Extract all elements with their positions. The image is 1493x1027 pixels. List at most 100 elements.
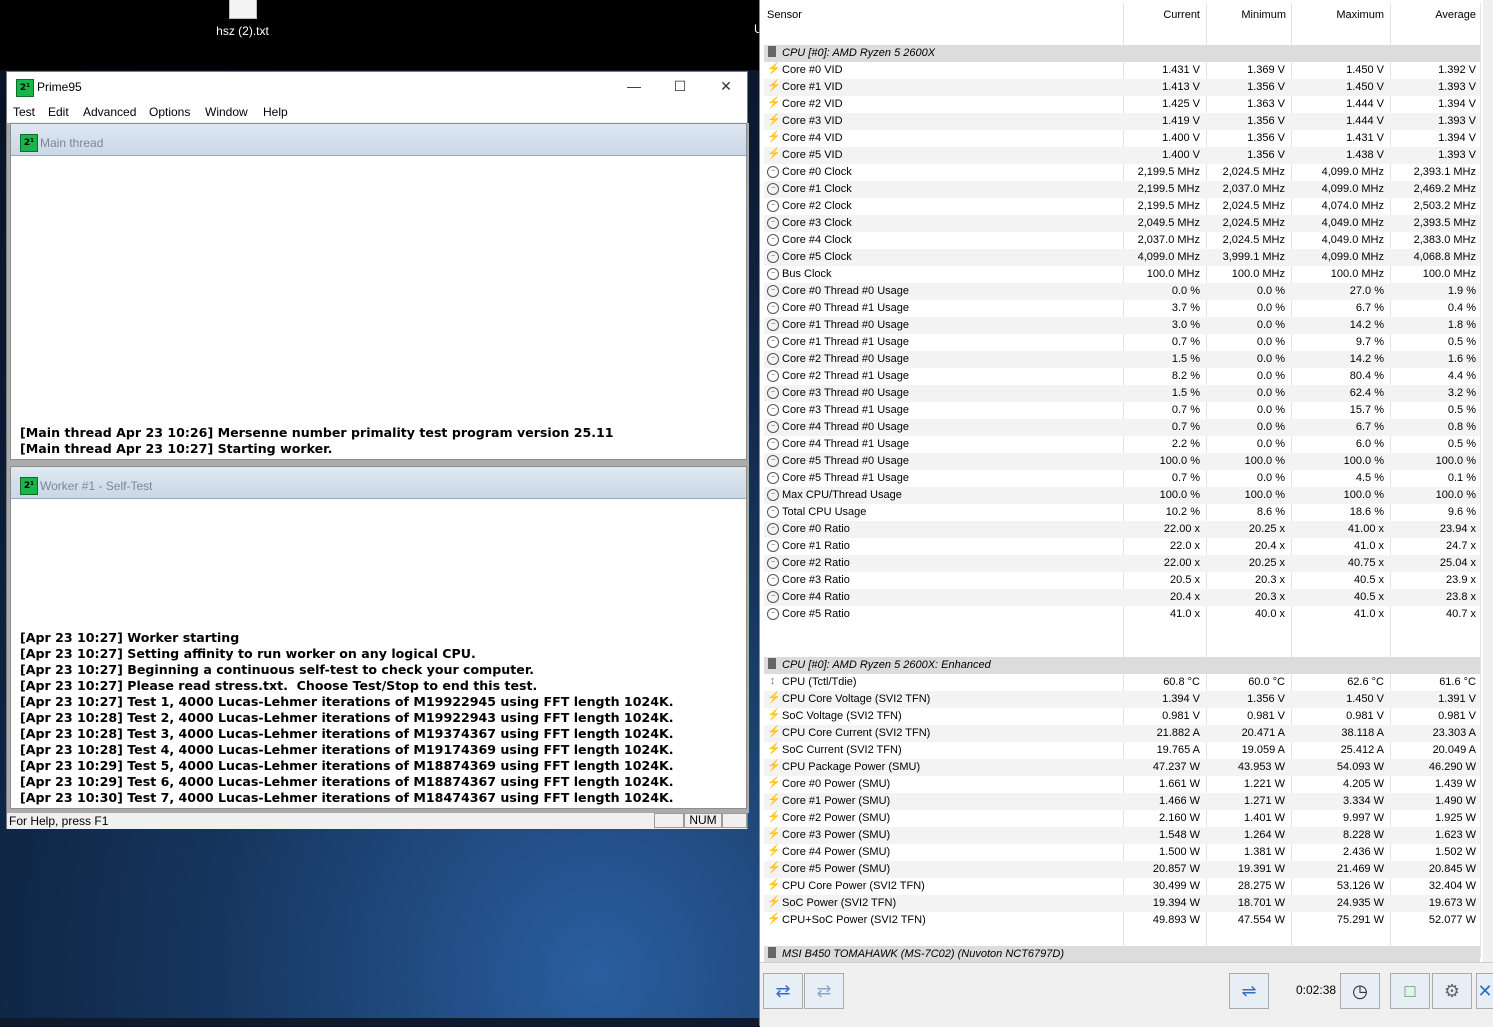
menu-advanced[interactable]: Advanced [83, 105, 136, 119]
sensor-row[interactable]: − Core #3 Thread #0 Usage 1.5 % 0.0 % 62.4 %… [764, 385, 1480, 402]
average-value: 100.0 % [1435, 489, 1476, 501]
navigate-alt-button[interactable]: ⇄ [804, 973, 844, 1009]
vertical-scrollbar[interactable] [1483, 0, 1493, 962]
col-current[interactable]: Current [1163, 9, 1200, 21]
sensor-row[interactable]: − Core #1 Thread #1 Usage 0.7 % 0.0 % 9.7 % 0… [764, 334, 1480, 351]
sensor-row[interactable]: − Total CPU Usage 10.2 % 8.6 % 18.6 % 9.6 % [764, 504, 1480, 521]
add-report-button[interactable]: □ [1390, 973, 1430, 1009]
maximum-value: 4,049.0 MHz [1321, 234, 1384, 246]
sensor-group-header[interactable]: CPU [#0]: AMD Ryzen 5 2600X: Enhanced [764, 657, 1480, 674]
sensor-row[interactable]: ↕ CPU (Tctl/Tdie) 60.8 °C 60.0 °C 62.6 °C 61.… [764, 674, 1480, 691]
sensor-row[interactable]: ⚡ Core #5 Power (SMU) 20.857 W 19.391 W 21.4… [764, 861, 1480, 878]
sensor-row[interactable]: − Core #3 Clock 2,049.5 MHz 2,024.5 MHz 4,04… [764, 215, 1480, 232]
current-value: 30.499 W [1152, 880, 1200, 892]
sensor-row[interactable]: − Core #0 Ratio 22.00 x 20.25 x 41.00 x 23.94… [764, 521, 1480, 538]
sensor-row[interactable]: ⚡ CPU Package Power (SMU) 47.237 W 43.953 W… [764, 759, 1480, 776]
menu-edit[interactable]: Edit [48, 105, 69, 119]
sensor-row[interactable]: ⚡ Core #1 VID 1.413 V 1.356 V 1.450 V 1.393 V [764, 79, 1480, 96]
menu-help[interactable]: Help [263, 105, 288, 119]
sensor-row[interactable]: − Core #0 Thread #0 Usage 0.0 % 0.0 % 27.0 %… [764, 283, 1480, 300]
main-thread-title-bar[interactable]: 2¹ Main thread [11, 124, 746, 156]
sensor-row[interactable]: − Core #1 Clock 2,199.5 MHz 2,037.0 MHz 4,09… [764, 181, 1480, 198]
sensor-row[interactable]: ⚡ Core #0 VID 1.431 V 1.369 V 1.450 V 1.392 V [764, 62, 1480, 79]
sensor-row[interactable]: − Core #3 Thread #1 Usage 0.7 % 0.0 % 15.7 %… [764, 402, 1480, 419]
sensor-row[interactable]: ⚡ CPU Core Voltage (SVI2 TFN) 1.394 V 1.356… [764, 691, 1480, 708]
sensor-row[interactable]: − Core #2 Ratio 22.00 x 20.25 x 40.75 x 25.04… [764, 555, 1480, 572]
minimum-value: 0.0 % [1256, 319, 1285, 331]
sensor-name: CPU+SoC Power (SVI2 TFN) [782, 914, 926, 926]
sensor-row[interactable]: ⚡ SoC Current (SVI2 TFN) 19.765 A 19.059 A 2… [764, 742, 1480, 759]
sensor-group-header[interactable]: CPU [#0]: AMD Ryzen 5 2600X [764, 45, 1480, 62]
sensor-group-header[interactable]: MSI B450 TOMAHAWK (MS-7C02) (Nuvoton NCT… [764, 946, 1480, 963]
sensor-row[interactable]: − Core #4 Clock 2,037.0 MHz 2,024.5 MHz 4,04… [764, 232, 1480, 249]
sensor-row[interactable]: ⚡ Core #2 Power (SMU) 2.160 W 1.401 W 9.997 … [764, 810, 1480, 827]
network-button[interactable]: ⇌ [1229, 973, 1269, 1009]
maximum-value: 18.6 % [1349, 506, 1384, 518]
sensor-row[interactable]: − Max CPU/Thread Usage 100.0 % 100.0 % 100.0… [764, 487, 1480, 504]
sensor-row[interactable]: ⚡ Core #2 VID 1.425 V 1.363 V 1.444 V 1.394 V [764, 96, 1480, 113]
menu-window[interactable]: Window [205, 105, 248, 119]
sensor-row[interactable]: − Core #5 Clock 4,099.0 MHz 3,999.1 MHz 4,09… [764, 249, 1480, 266]
sensor-row[interactable]: ⚡ CPU+SoC Power (SVI2 TFN) 49.893 W 47.554 … [764, 912, 1480, 929]
status-num-box: NUM [684, 813, 722, 828]
sensor-row[interactable]: − Core #4 Thread #1 Usage 2.2 % 0.0 % 6.0 % 0… [764, 436, 1480, 453]
menu-test[interactable]: Test [13, 105, 35, 119]
sensor-row[interactable]: ⚡ SoC Power (SVI2 TFN) 19.394 W 18.701 W 24.… [764, 895, 1480, 912]
sensor-row[interactable]: − Core #2 Thread #0 Usage 1.5 % 0.0 % 14.2 %… [764, 351, 1480, 368]
settings-button[interactable]: ⚙ [1432, 973, 1472, 1009]
desktop-file-icon[interactable]: hsz (2).txt [205, 0, 280, 45]
sensor-row[interactable]: − Core #2 Thread #1 Usage 8.2 % 0.0 % 80.4 %… [764, 368, 1480, 385]
maximum-value: 1.438 V [1346, 149, 1384, 161]
navigate-button[interactable]: ⇄ [763, 973, 803, 1009]
sensor-row[interactable]: ⚡ Core #3 VID 1.419 V 1.356 V 1.444 V 1.393 V [764, 113, 1480, 130]
main-thread-window[interactable]: 2¹ Main thread [Main thread Apr 23 10:26… [10, 123, 747, 460]
hwinfo-toolbar: ⇄ ⇄ ⇌ 0:02:38 ◷ □ ⚙ ✕ [760, 962, 1493, 1027]
sensor-row[interactable]: − Core #5 Thread #1 Usage 0.7 % 0.0 % 4.5 % 0… [764, 470, 1480, 487]
worker-title-bar[interactable]: 2¹ Worker #1 - Self-Test [11, 467, 746, 499]
col-minimum[interactable]: Minimum [1241, 9, 1286, 21]
maximize-icon: ☐ [673, 78, 687, 94]
sensor-row[interactable]: ⚡ CPU Core Power (SVI2 TFN) 30.499 W 28.275… [764, 878, 1480, 895]
worker-window[interactable]: 2¹ Worker #1 - Self-Test [Apr 23 10:27] … [10, 466, 747, 809]
sensor-row[interactable]: − Core #1 Ratio 22.0 x 20.4 x 41.0 x 24.7 x [764, 538, 1480, 555]
sensor-row[interactable]: ⚡ Core #1 Power (SMU) 1.466 W 1.271 W 3.334 … [764, 793, 1480, 810]
minimum-value: 0.981 V [1247, 710, 1285, 722]
menu-options[interactable]: Options [149, 105, 190, 119]
sensor-row[interactable]: ⚡ Core #4 Power (SMU) 1.500 W 1.381 W 2.436 … [764, 844, 1480, 861]
maximum-value: 25.412 A [1340, 744, 1384, 756]
clock-button[interactable]: ◷ [1340, 973, 1380, 1009]
average-value: 32.404 W [1428, 880, 1476, 892]
lightning-bolt-icon: ⚡ [767, 794, 781, 806]
sensor-row[interactable]: ⚡ CPU Core Current (SVI2 TFN) 21.882 A 20.4… [764, 725, 1480, 742]
close-button[interactable]: ✕ [703, 72, 749, 102]
sensor-row[interactable]: − Core #0 Thread #1 Usage 3.7 % 0.0 % 6.7 % 0… [764, 300, 1480, 317]
maximize-button[interactable]: ☐ [657, 72, 703, 102]
minimize-button[interactable]: — [611, 72, 657, 102]
sensor-row[interactable]: − Core #4 Ratio 20.4 x 20.3 x 40.5 x 23.8 x [764, 589, 1480, 606]
sensor-row[interactable]: ⚡ Core #3 Power (SMU) 1.548 W 1.264 W 8.228 … [764, 827, 1480, 844]
sensor-row[interactable]: − Core #2 Clock 2,199.5 MHz 2,024.5 MHz 4,07… [764, 198, 1480, 215]
col-average[interactable]: Average [1435, 9, 1476, 21]
gauge-icon: − [767, 489, 779, 501]
col-sensor[interactable]: Sensor [767, 9, 802, 21]
close-sensors-button[interactable]: ✕ [1476, 973, 1493, 1009]
sensor-row[interactable]: − Core #5 Thread #0 Usage 100.0 % 100.0 % 10… [764, 453, 1480, 470]
sensor-row[interactable]: ⚡ Core #4 VID 1.400 V 1.356 V 1.431 V 1.394 V [764, 130, 1480, 147]
sensor-row[interactable]: − Core #5 Ratio 41.0 x 40.0 x 41.0 x 40.7 x [764, 606, 1480, 623]
gauge-icon: − [767, 438, 779, 450]
sensor-row[interactable]: − Bus Clock 100.0 MHz 100.0 MHz 100.0 MHz 100… [764, 266, 1480, 283]
sensor-row[interactable]: − Core #3 Ratio 20.5 x 20.3 x 40.5 x 23.9 x [764, 572, 1480, 589]
sensor-row[interactable]: ⚡ Core #0 Power (SMU) 1.661 W 1.221 W 4.205 … [764, 776, 1480, 793]
sensor-row[interactable]: − Core #4 Thread #0 Usage 0.7 % 0.0 % 6.7 % 0… [764, 419, 1480, 436]
average-value: 20.049 A [1432, 744, 1476, 756]
maximum-value: 6.0 % [1355, 438, 1384, 450]
sensor-row[interactable]: ⚡ Core #5 VID 1.400 V 1.356 V 1.438 V 1.393 V [764, 147, 1480, 164]
title-bar[interactable]: 2¹ Prime95 — ☐ ✕ [7, 72, 747, 102]
col-maximum[interactable]: Maximum [1336, 9, 1384, 21]
sensor-name: Core #1 Clock [782, 183, 852, 195]
current-value: 1.500 W [1159, 846, 1200, 858]
sensor-row[interactable]: − Core #0 Clock 2,199.5 MHz 2,024.5 MHz 4,09… [764, 164, 1480, 181]
sensor-row[interactable]: ⚡ SoC Voltage (SVI2 TFN) 0.981 V 0.981 V 0.9… [764, 708, 1480, 725]
sensor-row[interactable]: − Core #1 Thread #0 Usage 3.0 % 0.0 % 14.2 %… [764, 317, 1480, 334]
minimum-value: 1.401 W [1244, 812, 1285, 824]
